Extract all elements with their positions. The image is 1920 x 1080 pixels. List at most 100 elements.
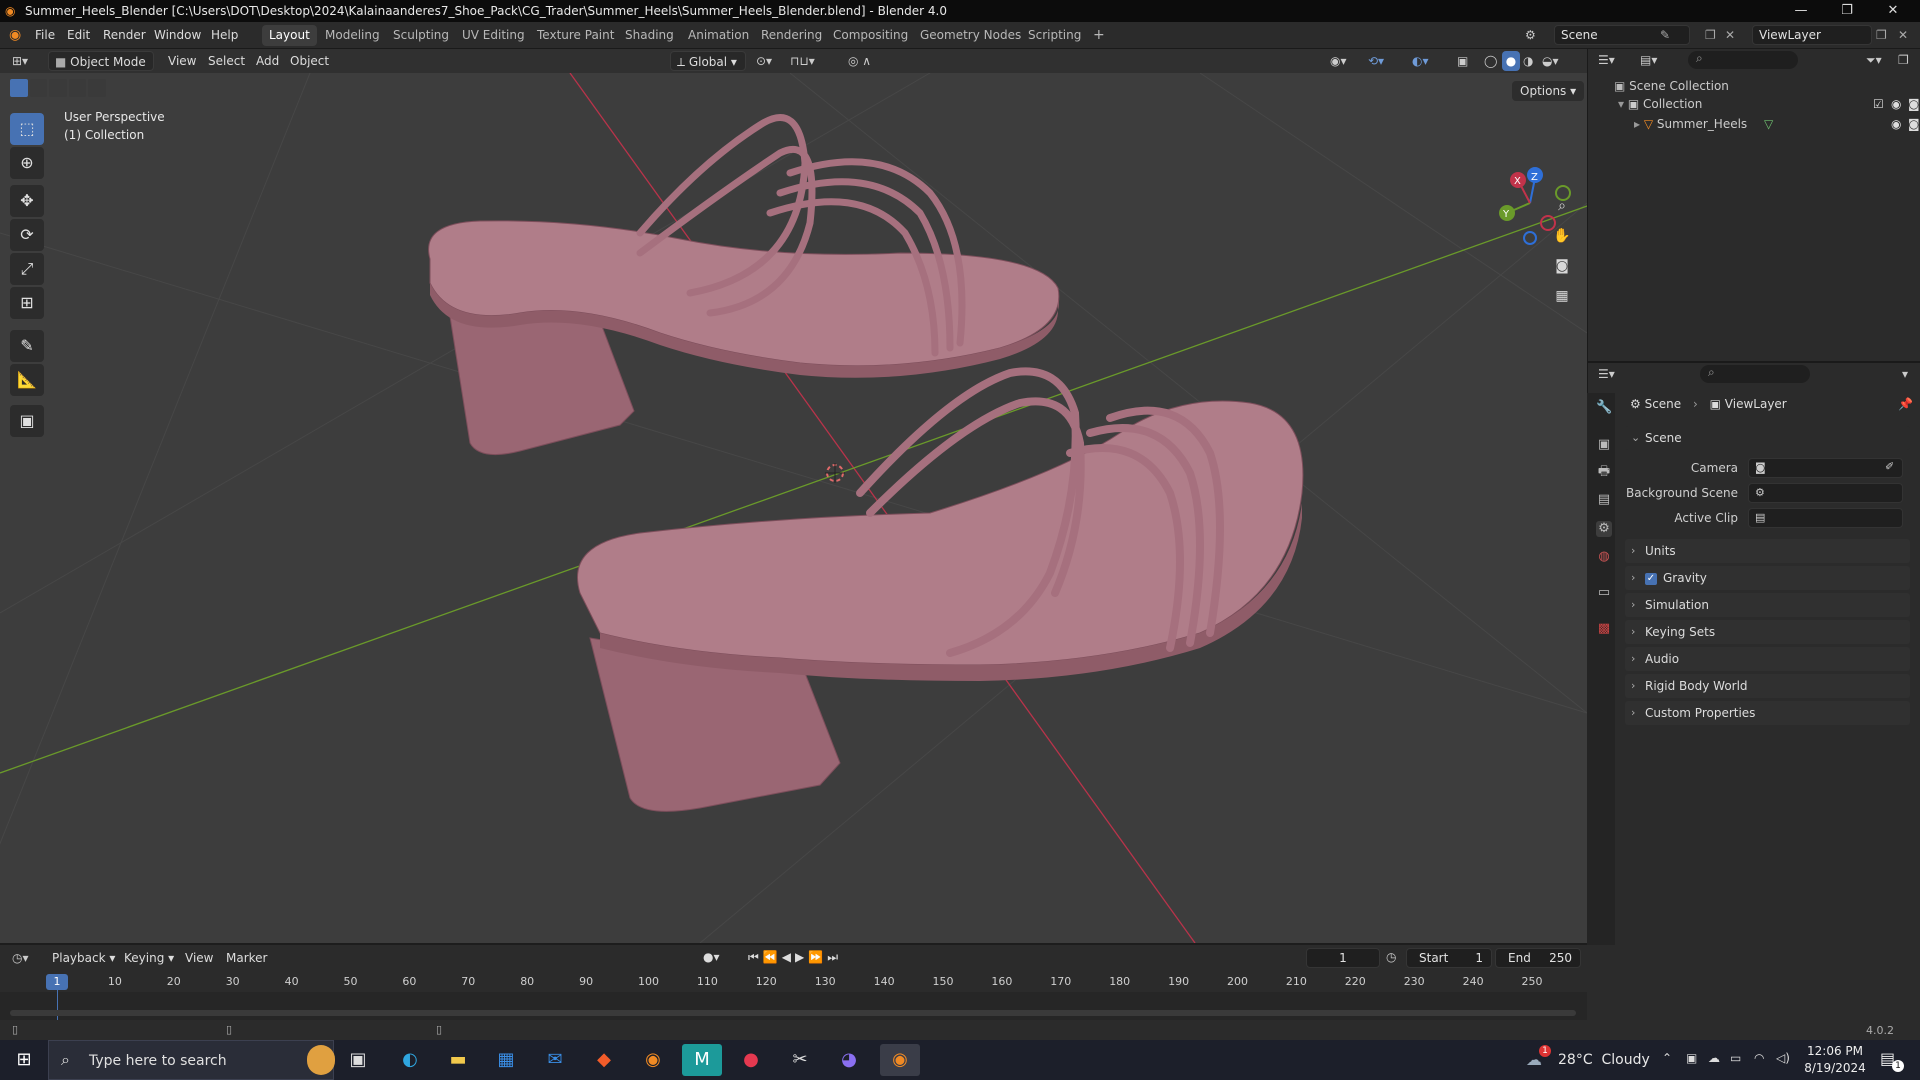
menu-select[interactable]: Select <box>208 51 245 71</box>
transform-orientation-selector[interactable]: ⟂ Global ▾ <box>670 51 746 71</box>
solid-shading-icon[interactable]: ● <box>1502 51 1520 71</box>
pin-icon[interactable]: ✎ <box>1660 28 1670 42</box>
perspective-toggle-icon[interactable]: ▦ <box>1550 284 1574 308</box>
visibility-icon[interactable]: ◉▾ <box>1330 51 1347 71</box>
edge-icon[interactable]: ◐ <box>390 1044 430 1076</box>
outliner-search-input[interactable]: ⌕ <box>1688 51 1798 69</box>
menu-playback[interactable]: Playback ▾ <box>52 951 115 965</box>
play-reverse-icon[interactable]: ◀ <box>782 950 795 964</box>
snap-icon[interactable]: ⊓⊔▾ <box>790 51 815 71</box>
camera-view-icon[interactable]: ◙ <box>1550 254 1574 278</box>
menu-render[interactable]: Render <box>103 28 146 42</box>
clock-time[interactable]: 12:06 PM <box>1804 1044 1866 1058</box>
chevron-up-icon[interactable]: ⌃ <box>1662 1051 1672 1065</box>
onedrive-icon[interactable]: ☁ <box>1708 1051 1720 1065</box>
collection-properties-icon[interactable]: ▭ <box>1596 585 1612 601</box>
discord-icon[interactable]: ◕ <box>829 1044 869 1076</box>
blender-active-taskbar-icon[interactable]: ◉ <box>880 1044 920 1076</box>
display-mode-icon[interactable]: ▤▾ <box>1640 53 1657 67</box>
properties-editor-type-icon[interactable]: ☰▾ <box>1598 367 1615 381</box>
editor-type-icon[interactable]: ⊞▾ <box>12 51 38 71</box>
collection-checkbox-icon[interactable]: ☑ <box>1873 97 1884 111</box>
output-properties-icon[interactable]: 🖶 <box>1596 464 1612 480</box>
audio-section[interactable]: › Audio <box>1625 647 1910 671</box>
tab-geometry-nodes[interactable]: Geometry Nodes <box>913 25 1028 46</box>
select-intersect-icon[interactable] <box>88 79 106 97</box>
add-workspace-button[interactable]: + <box>1086 25 1112 46</box>
custom-properties-section[interactable]: › Custom Properties <box>1625 701 1910 725</box>
play-icon[interactable]: ▶ <box>795 950 808 964</box>
current-frame-field[interactable]: 1 <box>1306 948 1380 968</box>
3d-viewport[interactable]: Z X Y User Perspective (1) Collection Op… <box>0 73 1587 943</box>
timeline-scrollbar[interactable] <box>10 1010 1576 1016</box>
menu-view[interactable]: View <box>168 51 196 71</box>
clock-date[interactable]: 8/19/2024 <box>1802 1061 1868 1075</box>
add-cube-tool-icon[interactable]: ▣ <box>10 405 44 437</box>
draw-app-icon[interactable]: ✂ <box>780 1044 820 1076</box>
xray-toggle-icon[interactable]: ▣ <box>1457 51 1468 71</box>
rigid-body-world-section[interactable]: › Rigid Body World <box>1625 674 1910 698</box>
filter-icon[interactable]: ⏷▾ <box>1866 53 1882 68</box>
playhead[interactable]: 1 <box>46 974 68 990</box>
object-render-icon[interactable]: ◙ <box>1908 117 1920 131</box>
expand-object-icon[interactable]: ▸ <box>1634 117 1644 131</box>
next-keyframe-icon[interactable]: ⏩ <box>808 950 827 964</box>
gravity-section[interactable]: › ✓ Gravity <box>1625 566 1910 590</box>
properties-options-icon[interactable]: ▾ <box>1902 367 1908 381</box>
pivot-point-icon[interactable]: ⊙▾ <box>756 51 772 71</box>
active-clip-field[interactable]: ▤ <box>1748 508 1903 528</box>
menu-add[interactable]: Add <box>256 51 279 71</box>
select-extend-icon[interactable] <box>29 79 48 97</box>
simulation-section[interactable]: › Simulation <box>1625 593 1910 617</box>
blender-taskbar-icon[interactable]: ◉ <box>633 1044 673 1076</box>
start-frame-field[interactable]: Start 1 <box>1406 948 1492 968</box>
texture-properties-icon[interactable]: ▩ <box>1596 621 1612 637</box>
scene-section-header[interactable]: ⌄ Scene <box>1625 426 1910 450</box>
outliner-object-row[interactable]: ▸ ▽ Summer_Heels ▽ ◉ ◙ <box>1634 117 1920 131</box>
properties-search-input[interactable]: ⌕ <box>1700 365 1810 383</box>
end-frame-field[interactable]: End 250 <box>1495 948 1581 968</box>
render-properties-icon[interactable]: ▣ <box>1596 437 1612 453</box>
transform-tool-icon[interactable]: ⊞ <box>10 287 44 319</box>
menu-edit[interactable]: Edit <box>67 28 90 42</box>
menu-marker[interactable]: Marker <box>226 951 267 965</box>
shoe-back[interactable] <box>428 114 1060 456</box>
tab-uv-editing[interactable]: UV Editing <box>455 25 532 46</box>
scene-icon[interactable]: ⚙ <box>1525 28 1536 42</box>
tab-animation[interactable]: Animation <box>681 25 756 46</box>
jump-end-icon[interactable]: ⏭ <box>827 950 842 964</box>
stopwatch-icon[interactable]: ◷ <box>1386 950 1396 964</box>
outliner-editor-type-icon[interactable]: ☰▾ <box>1598 53 1615 67</box>
collection-row[interactable]: ▾ ▣ Collection ☑ ◉ ◙ <box>1618 97 1920 111</box>
view-layer-selector[interactable]: ViewLayer <box>1752 25 1872 45</box>
scale-tool-icon[interactable]: ⤢ <box>10 253 44 285</box>
camera-field[interactable]: ◙ ✐ <box>1748 458 1903 478</box>
gravity-checkbox[interactable]: ✓ <box>1645 572 1657 585</box>
tray-app-icon[interactable]: ▣ <box>1686 1051 1697 1065</box>
select-box-tool-icon[interactable]: ⬚ <box>10 113 44 145</box>
jump-start-icon[interactable]: ⏮ <box>748 950 763 964</box>
blender-menu-icon[interactable]: ◉ <box>9 27 21 43</box>
units-section[interactable]: › Units <box>1625 539 1910 563</box>
background-scene-field[interactable]: ⚙ <box>1748 483 1903 503</box>
annotate-tool-icon[interactable]: ✎ <box>10 330 44 362</box>
tab-modeling[interactable]: Modeling <box>318 25 387 46</box>
windows-start-icon[interactable]: ⊞ <box>4 1044 44 1076</box>
tab-compositing[interactable]: Compositing <box>826 25 915 46</box>
menu-window[interactable]: Window <box>154 28 201 42</box>
mail-icon[interactable]: ✉ <box>535 1044 575 1076</box>
rotate-tool-icon[interactable]: ⟳ <box>10 219 44 251</box>
gizmo-neg-z-axis[interactable] <box>1523 231 1537 245</box>
close-button[interactable]: ✕ <box>1870 0 1916 22</box>
tab-scripting[interactable]: Scripting <box>1021 25 1088 46</box>
collection-render-icon[interactable]: ◙ <box>1908 97 1920 111</box>
taskbar-search-box[interactable]: ⌕ Type here to search <box>48 1040 335 1080</box>
menu-file[interactable]: File <box>35 28 55 42</box>
view-layer-properties-icon[interactable]: ▤ <box>1596 492 1612 508</box>
wifi-icon[interactable]: ◠ <box>1754 1051 1764 1065</box>
gizmo-toggle-icon[interactable]: ⟲▾ <box>1368 51 1384 71</box>
file-explorer-icon[interactable]: ▬ <box>438 1044 478 1076</box>
object-visibility-icon[interactable]: ◉ <box>1891 117 1901 131</box>
move-tool-icon[interactable]: ✥ <box>10 185 44 217</box>
delete-view-layer-icon[interactable]: ✕ <box>1898 28 1908 42</box>
